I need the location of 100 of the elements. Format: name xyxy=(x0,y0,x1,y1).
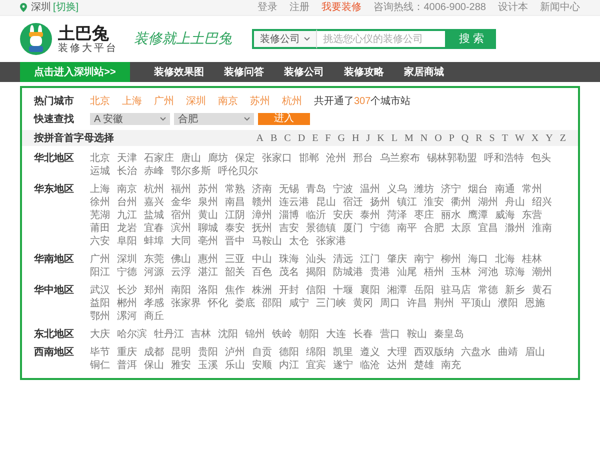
city-link[interactable]: 太仓 xyxy=(289,235,309,248)
city-link[interactable]: 赣州 xyxy=(252,196,272,209)
nav-link[interactable]: 装修问答 xyxy=(224,64,264,80)
city-link[interactable]: 云浮 xyxy=(171,266,191,279)
letter-link[interactable]: Y xyxy=(546,130,553,146)
city-link[interactable]: 杭州 xyxy=(144,183,164,196)
nav-link[interactable]: 装修公司 xyxy=(284,64,324,80)
city-link[interactable]: 玉林 xyxy=(451,266,471,279)
hot-city-link[interactable]: 北京 xyxy=(90,94,110,108)
city-link[interactable]: 呼和浩特 xyxy=(484,152,524,165)
city-link[interactable]: 舟山 xyxy=(505,196,525,209)
top-link[interactable]: 注册 xyxy=(290,0,310,15)
city-link[interactable]: 潍坊 xyxy=(414,183,434,196)
letter-link[interactable]: G xyxy=(338,130,345,146)
city-link[interactable]: 孝感 xyxy=(144,297,164,310)
letter-link[interactable]: D xyxy=(298,130,306,146)
city-link[interactable]: 阳江 xyxy=(90,266,110,279)
city-link[interactable]: 锦州 xyxy=(245,328,265,341)
hot-city-link[interactable]: 南京 xyxy=(218,94,238,108)
city-link[interactable]: 北海 xyxy=(495,253,515,266)
city-link[interactable]: 遂宁 xyxy=(333,359,353,372)
city-link[interactable]: 锡林郭勒盟 xyxy=(427,152,477,165)
city-link[interactable]: 潮州 xyxy=(532,266,552,279)
city-link[interactable]: 柳州 xyxy=(441,253,461,266)
city-link[interactable]: 昆明 xyxy=(171,346,191,359)
city-link[interactable]: 内江 xyxy=(279,359,299,372)
city-link[interactable]: 济宁 xyxy=(441,183,461,196)
city-link[interactable]: 乌兰察布 xyxy=(380,152,420,165)
city-link[interactable]: 海口 xyxy=(468,253,488,266)
hot-city-link[interactable]: 杭州 xyxy=(282,94,302,108)
city-link[interactable]: 景德镇 xyxy=(306,222,336,235)
city-link[interactable]: 河源 xyxy=(144,266,164,279)
city-link[interactable]: 大庆 xyxy=(90,328,110,341)
nav-link[interactable]: 装修攻略 xyxy=(344,64,384,80)
city-link[interactable]: 丽水 xyxy=(441,209,461,222)
city-link[interactable]: 毕节 xyxy=(90,346,110,359)
category-dropdown[interactable]: 装修公司 xyxy=(252,29,317,49)
city-link[interactable]: 普洱 xyxy=(117,359,137,372)
city-link[interactable]: 惠州 xyxy=(198,253,218,266)
hot-city-link[interactable]: 上海 xyxy=(122,94,142,108)
city-link[interactable]: 玉溪 xyxy=(198,359,218,372)
top-link[interactable]: 设计本 xyxy=(498,0,528,15)
city-link[interactable]: 亳州 xyxy=(198,235,218,248)
city-link[interactable]: 石家庄 xyxy=(144,152,174,165)
city-link[interactable]: 宜宾 xyxy=(306,359,326,372)
city-link[interactable]: 茂名 xyxy=(279,266,299,279)
letter-link[interactable]: E xyxy=(312,130,318,146)
nav-link[interactable]: 家居商城 xyxy=(404,64,444,80)
city-link[interactable]: 襄阳 xyxy=(360,284,380,297)
city-link[interactable]: 恩施 xyxy=(525,297,545,310)
letter-link[interactable]: B xyxy=(270,130,278,146)
city-link[interactable]: 洛阳 xyxy=(198,284,218,297)
city-link[interactable]: 九江 xyxy=(117,209,137,222)
city-link[interactable]: 广州 xyxy=(90,253,110,266)
city-link[interactable]: 东莞 xyxy=(144,253,164,266)
top-link[interactable]: 登录 xyxy=(258,0,278,15)
letter-link[interactable]: L xyxy=(391,130,398,146)
enter-button[interactable]: 进入 xyxy=(258,113,310,125)
city-link[interactable]: 十堰 xyxy=(333,284,353,297)
city-link[interactable]: 平顶山 xyxy=(461,297,491,310)
city-link[interactable]: 楚雄 xyxy=(414,359,434,372)
city-link[interactable]: 朝阳 xyxy=(299,328,319,341)
city-link[interactable]: 咸宁 xyxy=(289,297,309,310)
city-link[interactable]: 成都 xyxy=(144,346,164,359)
city-link[interactable]: 镇江 xyxy=(397,196,417,209)
city-link[interactable]: 雅安 xyxy=(171,359,191,372)
city-link[interactable]: 大连 xyxy=(326,328,346,341)
city-link[interactable]: 六盘水 xyxy=(461,346,491,359)
city-link[interactable]: 宿迁 xyxy=(343,196,363,209)
city-link[interactable]: 桂林 xyxy=(522,253,542,266)
city-link[interactable]: 江阴 xyxy=(225,209,245,222)
city-link[interactable]: 泰安 xyxy=(225,222,245,235)
city-link[interactable]: 许昌 xyxy=(407,297,427,310)
letter-link[interactable]: R xyxy=(476,130,482,146)
city-link[interactable]: 济南 xyxy=(252,183,272,196)
city-link[interactable]: 商丘 xyxy=(144,310,164,323)
city-link[interactable]: 佛山 xyxy=(171,253,191,266)
letter-link[interactable]: F xyxy=(325,130,331,146)
city-link[interactable]: 揭阳 xyxy=(306,266,326,279)
city-link[interactable]: 防城港 xyxy=(333,266,363,279)
city-link[interactable]: 昆山 xyxy=(316,196,336,209)
city-link[interactable]: 遵义 xyxy=(360,346,380,359)
province-select[interactable]: A 安徽 xyxy=(90,113,170,125)
city-link[interactable]: 蚌埠 xyxy=(144,235,164,248)
city-link[interactable]: 绵阳 xyxy=(306,346,326,359)
city-link[interactable]: 大理 xyxy=(387,346,407,359)
city-link[interactable]: 南通 xyxy=(495,183,515,196)
letter-link[interactable]: X xyxy=(531,130,539,146)
enter-city-button[interactable]: 点击进入深圳站>> xyxy=(20,62,130,82)
city-link[interactable]: 驻马店 xyxy=(441,284,471,297)
city-link[interactable]: 贵阳 xyxy=(198,346,218,359)
city-link[interactable]: 滁州 xyxy=(505,222,525,235)
city-link[interactable]: 漯河 xyxy=(117,310,137,323)
city-link[interactable]: 黄山 xyxy=(198,209,218,222)
hot-city-link[interactable]: 深圳 xyxy=(186,94,206,108)
city-link[interactable]: 宜春 xyxy=(144,222,164,235)
city-link[interactable]: 苏州 xyxy=(198,183,218,196)
city-link[interactable]: 黄冈 xyxy=(353,297,373,310)
city-link[interactable]: 连云港 xyxy=(279,196,309,209)
city-link[interactable]: 鄂尔多斯 xyxy=(171,165,211,178)
